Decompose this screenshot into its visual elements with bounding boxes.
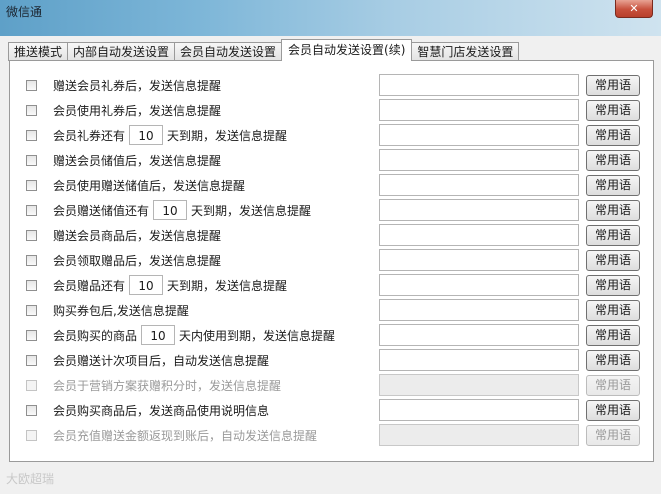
setting-row-disabled: 会员充值赠送金额返现到账后，自动发送信息提醒 常用语 <box>26 424 646 446</box>
setting-label: 会员赠送计次项目后，自动发送信息提醒 <box>53 353 270 368</box>
days-input[interactable]: 10 <box>129 275 164 295</box>
setting-row: 购买券包后,发送信息提醒 常用语 <box>26 299 646 321</box>
setting-label-prefix: 会员购买的商品 <box>53 328 138 343</box>
enable-checkbox[interactable] <box>26 279 37 291</box>
setting-row: 会员购买商品后，发送商品使用说明信息 常用语 <box>26 399 646 421</box>
common-phrases-button: 常用语 <box>586 424 640 446</box>
message-input[interactable] <box>379 249 579 271</box>
title-bar: 微信通 ✕ <box>0 0 661 36</box>
watermark: 大欧超瑞 <box>6 472 55 486</box>
setting-label: 赠送会员储值后，发送信息提醒 <box>53 153 222 168</box>
setting-label-prefix: 会员赠品还有 <box>53 278 126 293</box>
window-title: 微信通 <box>6 5 43 19</box>
close-icon: ✕ <box>629 2 639 15</box>
tab-member-auto-send[interactable]: 会员自动发送设置 <box>174 42 283 61</box>
common-phrases-button[interactable]: 常用语 <box>586 149 640 171</box>
setting-label-suffix: 天到期，发送信息提醒 <box>167 128 288 143</box>
close-button[interactable]: ✕ <box>615 0 653 18</box>
enable-checkbox[interactable] <box>26 304 37 316</box>
enable-checkbox[interactable] <box>26 329 37 341</box>
message-input[interactable] <box>379 199 579 221</box>
common-phrases-button[interactable]: 常用语 <box>586 224 640 246</box>
setting-label: 会员充值赠送金额返现到账后，自动发送信息提醒 <box>53 428 318 443</box>
setting-label-suffix: 天内使用到期，发送信息提醒 <box>179 328 336 343</box>
days-input[interactable]: 10 <box>141 325 176 345</box>
message-input[interactable] <box>379 349 579 371</box>
setting-row: 会员赠送计次项目后，自动发送信息提醒 常用语 <box>26 349 646 371</box>
tab-strip: 推送模式 内部自动发送设置 会员自动发送设置 会员自动发送设置(续) 智慧门店发… <box>8 39 520 61</box>
message-input <box>379 374 579 396</box>
common-phrases-button[interactable]: 常用语 <box>586 174 640 196</box>
setting-row: 会员礼券还有 10 天到期，发送信息提醒 常用语 <box>26 124 646 146</box>
days-input[interactable]: 10 <box>153 200 188 220</box>
enable-checkbox[interactable] <box>26 254 37 266</box>
message-input[interactable] <box>379 99 579 121</box>
common-phrases-button: 常用语 <box>586 374 640 396</box>
common-phrases-button[interactable]: 常用语 <box>586 324 640 346</box>
setting-label: 赠送会员礼券后，发送信息提醒 <box>53 78 222 93</box>
setting-label: 会员使用赠送储值后，发送信息提醒 <box>53 178 246 193</box>
setting-row: 会员购买的商品 10 天内使用到期，发送信息提醒 常用语 <box>26 324 646 346</box>
common-phrases-button[interactable]: 常用语 <box>586 199 640 221</box>
tab-push-mode[interactable]: 推送模式 <box>8 42 69 61</box>
setting-row: 会员使用礼券后，发送信息提醒 常用语 <box>26 99 646 121</box>
setting-label: 会员于营销方案获赠积分时，发送信息提醒 <box>53 378 282 393</box>
message-input[interactable] <box>379 274 579 296</box>
enable-checkbox[interactable] <box>26 404 37 416</box>
setting-row: 赠送会员礼券后，发送信息提醒 常用语 <box>26 74 646 96</box>
setting-label: 会员领取赠品后，发送信息提醒 <box>53 253 222 268</box>
common-phrases-button[interactable]: 常用语 <box>586 74 640 96</box>
enable-checkbox <box>26 429 37 441</box>
common-phrases-button[interactable]: 常用语 <box>586 274 640 296</box>
settings-panel: 赠送会员礼券后，发送信息提醒 常用语 会员使用礼券后，发送信息提醒 常用语 会员… <box>9 60 654 462</box>
setting-row: 赠送会员储值后，发送信息提醒 常用语 <box>26 149 646 171</box>
enable-checkbox[interactable] <box>26 229 37 241</box>
message-input[interactable] <box>379 324 579 346</box>
message-input[interactable] <box>379 299 579 321</box>
enable-checkbox[interactable] <box>26 104 37 116</box>
tab-internal-auto-send[interactable]: 内部自动发送设置 <box>67 42 176 61</box>
enable-checkbox[interactable] <box>26 154 37 166</box>
enable-checkbox[interactable] <box>26 204 37 216</box>
enable-checkbox[interactable] <box>26 79 37 91</box>
common-phrases-button[interactable]: 常用语 <box>586 99 640 121</box>
setting-label-prefix: 会员礼券还有 <box>53 128 126 143</box>
enable-checkbox[interactable] <box>26 354 37 366</box>
common-phrases-button[interactable]: 常用语 <box>586 249 640 271</box>
enable-checkbox[interactable] <box>26 179 37 191</box>
setting-row: 赠送会员商品后，发送信息提醒 常用语 <box>26 224 646 246</box>
message-input[interactable] <box>379 174 579 196</box>
enable-checkbox[interactable] <box>26 129 37 141</box>
common-phrases-button[interactable]: 常用语 <box>586 299 640 321</box>
tab-member-auto-send-continued[interactable]: 会员自动发送设置(续) <box>281 39 413 61</box>
setting-label-suffix: 天到期，发送信息提醒 <box>191 203 312 218</box>
message-input[interactable] <box>379 399 579 421</box>
message-input[interactable] <box>379 224 579 246</box>
common-phrases-button[interactable]: 常用语 <box>586 124 640 146</box>
setting-row: 会员赠送储值还有 10 天到期，发送信息提醒 常用语 <box>26 199 646 221</box>
message-input[interactable] <box>379 149 579 171</box>
setting-row: 会员赠品还有 10 天到期，发送信息提醒 常用语 <box>26 274 646 296</box>
setting-label: 会员购买商品后，发送商品使用说明信息 <box>53 403 270 418</box>
setting-row: 会员领取赠品后，发送信息提醒 常用语 <box>26 249 646 271</box>
setting-row-disabled: 会员于营销方案获赠积分时，发送信息提醒 常用语 <box>26 374 646 396</box>
setting-label: 会员使用礼券后，发送信息提醒 <box>53 103 222 118</box>
message-input[interactable] <box>379 124 579 146</box>
setting-label-suffix: 天到期，发送信息提醒 <box>167 278 288 293</box>
enable-checkbox <box>26 379 37 391</box>
common-phrases-button[interactable]: 常用语 <box>586 399 640 421</box>
setting-label: 购买券包后,发送信息提醒 <box>53 303 189 318</box>
tab-smart-store-send[interactable]: 智慧门店发送设置 <box>411 42 520 61</box>
days-input[interactable]: 10 <box>129 125 164 145</box>
setting-label-prefix: 会员赠送储值还有 <box>53 203 150 218</box>
message-input <box>379 424 579 446</box>
message-input[interactable] <box>379 74 579 96</box>
setting-label: 赠送会员商品后，发送信息提醒 <box>53 228 222 243</box>
setting-row: 会员使用赠送储值后，发送信息提醒 常用语 <box>26 174 646 196</box>
common-phrases-button[interactable]: 常用语 <box>586 349 640 371</box>
